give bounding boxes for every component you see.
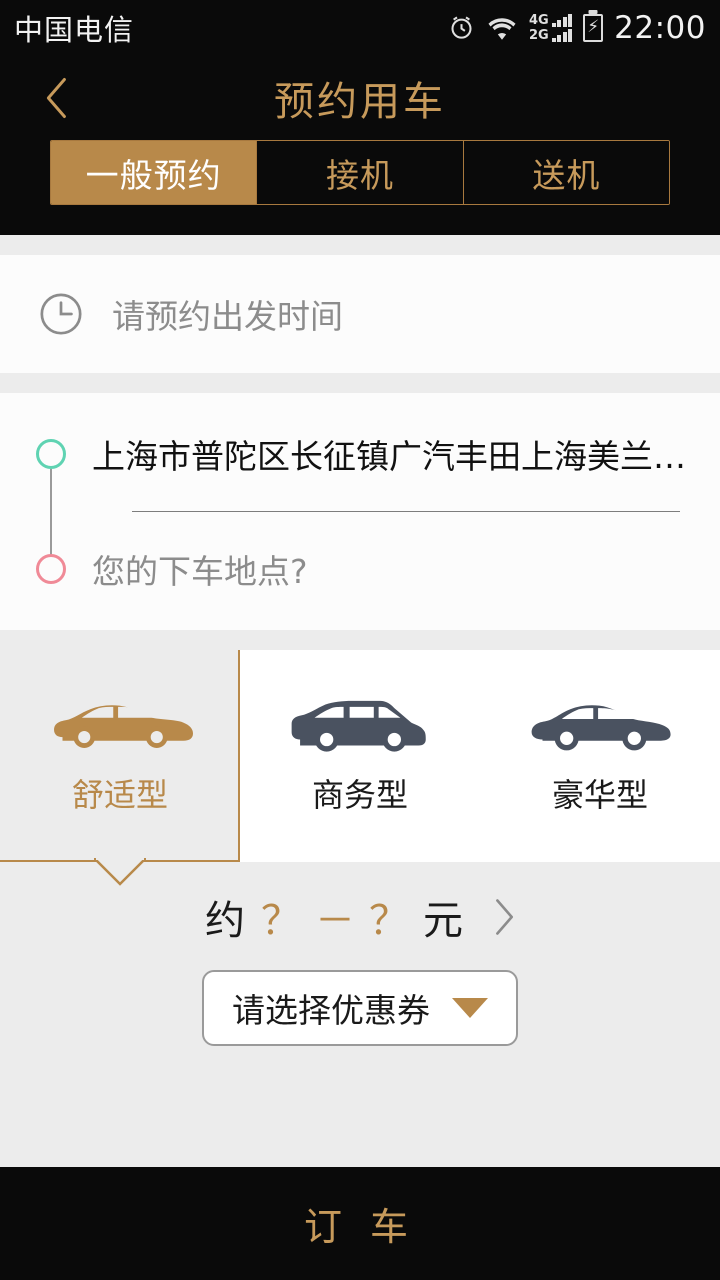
section-gap-3	[0, 630, 720, 650]
tab-general-booking[interactable]: 一般预约	[51, 141, 257, 204]
car-type-business[interactable]: 商务型	[240, 650, 480, 862]
pickup-dot-icon	[36, 439, 66, 469]
coupon-label: 请选择优惠券	[232, 991, 430, 1030]
chevron-right-icon[interactable]	[493, 898, 515, 936]
tab-airport-pickup[interactable]: 接机	[256, 141, 463, 204]
route-card: 上海市普陀区长征镇广汽丰田上海美兰沪... 您的下车地点?	[0, 393, 720, 630]
carrier-label: 中国电信	[14, 12, 135, 47]
selected-car-frame	[0, 650, 240, 862]
back-button[interactable]	[22, 55, 92, 140]
price-unit: 元	[423, 898, 465, 944]
battery-charging-icon: ⚡	[583, 13, 604, 42]
signal-bars-icon: 4G 2G	[528, 12, 573, 43]
pickup-address: 上海市普陀区长征镇广汽丰田上海美兰沪...	[92, 437, 692, 476]
bottom-action-bar[interactable]: 订 车	[0, 1167, 720, 1280]
dropoff-placeholder: 您的下车地点?	[92, 552, 308, 591]
section-gap-2	[0, 373, 720, 393]
status-icons: 4G 2G ⚡ 22:00	[448, 10, 706, 46]
route-divider	[132, 511, 680, 512]
pickup-row[interactable]: 上海市普陀区长征镇广汽丰田上海美兰沪...	[36, 415, 700, 493]
car-type-business-label: 商务型	[311, 776, 408, 814]
network-type-primary: 4G	[528, 12, 549, 28]
order-car-button[interactable]: 订 车	[304, 1196, 416, 1251]
booking-type-tabs: 一般预约 接机 送机	[0, 140, 720, 235]
status-bar: 中国电信 4G 2G ⚡ 22:00	[0, 0, 720, 55]
price-prefix: 约	[205, 898, 247, 944]
status-time: 22:00	[614, 9, 706, 46]
chevron-left-icon	[46, 77, 66, 118]
dropoff-dot-icon	[36, 554, 66, 584]
departure-time-row[interactable]: 请预约出发时间	[0, 255, 720, 373]
price-dash: －	[315, 898, 355, 944]
price-low: ？	[261, 898, 301, 944]
price-estimate-row[interactable]: 约 ？ － ？ 元	[0, 888, 720, 946]
car-type-luxury-label: 豪华型	[551, 776, 648, 814]
page-title: 预约用车	[274, 78, 446, 125]
alarm-clock-icon	[448, 14, 475, 41]
wifi-icon	[486, 15, 518, 41]
dropoff-row[interactable]: 您的下车地点?	[36, 530, 700, 608]
car-type-luxury[interactable]: 豪华型	[480, 650, 720, 862]
car-type-selector: 舒适型 商务型 豪华型	[0, 650, 720, 886]
departure-time-card: 请预约出发时间	[0, 255, 720, 373]
chevron-down-icon	[452, 998, 488, 1018]
tab-airport-dropoff[interactable]: 送机	[462, 141, 669, 204]
suv-car-icon	[291, 700, 426, 752]
price-section: 约 ？ － ？ 元 请选择优惠券	[0, 862, 720, 1046]
price-high: ？	[369, 898, 409, 944]
departure-time-placeholder: 请预约出发时间	[112, 297, 343, 336]
network-type-secondary: 2G	[528, 27, 549, 43]
section-gap	[0, 235, 720, 255]
clock-icon	[40, 293, 82, 335]
coupon-select[interactable]: 请选择优惠券	[202, 970, 518, 1046]
coupon-row: 请选择优惠券	[0, 970, 720, 1046]
selected-car-notch-icon	[93, 858, 146, 886]
luxury-car-icon	[531, 705, 671, 751]
app-screen: 中国电信 4G 2G ⚡ 22:00 预约用车 一般预约 接机 送机 请预约出发…	[0, 0, 720, 1280]
title-bar: 预约用车	[0, 55, 720, 140]
